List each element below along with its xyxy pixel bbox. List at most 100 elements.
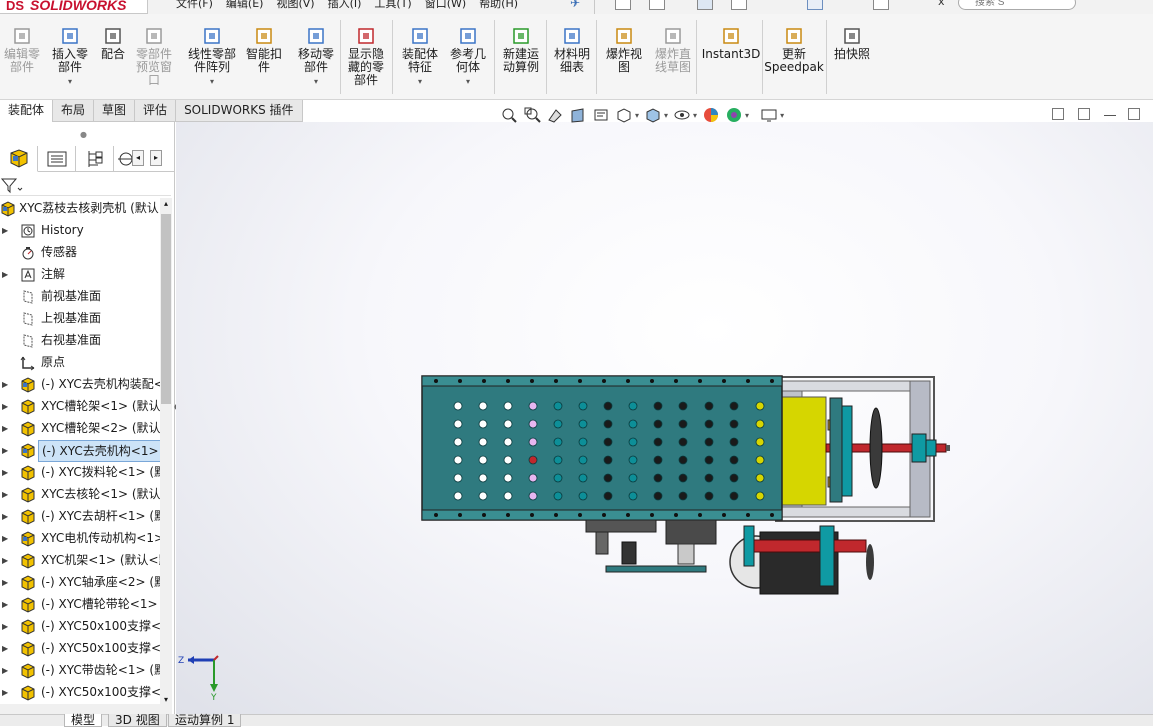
print-icon[interactable]	[731, 0, 747, 10]
cmd-button-13[interactable]: 爆炸直 线草图	[652, 14, 694, 100]
bottom-tab-0[interactable]: 模型	[64, 714, 103, 727]
expand-arrow-icon[interactable]: ▶	[2, 264, 8, 286]
apply-scene-dropdown[interactable]: ▾	[745, 111, 749, 126]
expand-arrow-icon[interactable]: ▶	[2, 528, 8, 550]
tree-item[interactable]: ▶ (-) XYC轴承座<2> (默	[0, 572, 160, 594]
configuration-manager-tab[interactable]	[76, 146, 114, 172]
tree-item[interactable]: ▶ (-) XYC拨料轮<1> (默	[0, 462, 160, 484]
tab-1[interactable]: 布局	[53, 100, 95, 122]
tree-item[interactable]: 右视基准面	[0, 330, 160, 352]
tree-item[interactable]: ▶ (-) XYC去壳机构<1>	[0, 440, 160, 462]
tree-item[interactable]: ▶ (-) XYC50x100支撑<4	[0, 616, 160, 638]
tree-item[interactable]: ▶ (-) XYC去壳机构装配<	[0, 374, 160, 396]
expand-arrow-icon[interactable]: ▶	[2, 682, 8, 704]
menu-item-6[interactable]: 帮助(H)	[479, 0, 531, 11]
options-icon[interactable]	[873, 0, 889, 10]
scroll-down-arrow[interactable]: ▾	[160, 695, 172, 704]
tree-item[interactable]: ▶ (-) XYC带齿轮<1> (默	[0, 660, 160, 682]
view-orientation-dropdown[interactable]: ▾	[635, 111, 639, 126]
tab-navigation-arrows[interactable]	[2, 715, 56, 727]
tree-item[interactable]: 原点	[0, 352, 160, 374]
cmd-button-1[interactable]: 插入零 部件 ▾	[50, 14, 90, 100]
expand-arrow-icon[interactable]: ▶	[2, 550, 8, 572]
hide-show-dropdown[interactable]: ▾	[693, 111, 697, 126]
tree-item[interactable]: ▶ XYC槽轮架<2> (默认	[0, 418, 160, 440]
tree-item[interactable]: ▶ XYC去核轮<1> (默认	[0, 484, 160, 506]
edit-appearance-icon[interactable]	[702, 106, 720, 124]
menu-item-3[interactable]: 插入(I)	[328, 0, 375, 11]
apply-scene-icon[interactable]	[725, 106, 743, 124]
tree-item[interactable]: ▶ XYC槽轮架<1> (默认	[0, 396, 160, 418]
cmd-button-7[interactable]: 显示隐 藏的零 部件	[346, 14, 386, 100]
tree-item[interactable]: 传感器	[0, 242, 160, 264]
view-orientation-icon[interactable]	[615, 106, 633, 124]
expand-arrow-icon[interactable]: ▶	[2, 220, 8, 242]
chevron-down-icon[interactable]: ▾	[466, 75, 470, 88]
tab-4[interactable]: SOLIDWORKS 插件	[176, 100, 303, 122]
tree-item[interactable]: 前视基准面	[0, 286, 160, 308]
menu-item-2[interactable]: 视图(V)	[276, 0, 327, 11]
bottom-tab-1[interactable]: 3D 视图	[108, 714, 167, 727]
expand-arrow-icon[interactable]: ▶	[2, 660, 8, 682]
cmd-button-5[interactable]: 智能扣 件	[244, 14, 284, 100]
cmd-button-15[interactable]: 更新 Speedpak	[764, 14, 824, 100]
save-icon[interactable]	[697, 0, 713, 10]
feature-tree-tab[interactable]	[0, 146, 38, 172]
tree-vertical-scrollbar[interactable]: ▴ ▾	[160, 198, 172, 704]
graphics-area[interactable]	[176, 122, 1153, 714]
display-style-icon[interactable]	[644, 106, 662, 124]
tree-filter[interactable]	[0, 174, 171, 196]
scroll-up-arrow[interactable]: ▴	[160, 198, 172, 210]
dynamic-annotation-icon[interactable]	[592, 106, 610, 124]
expand-arrow-icon[interactable]: ▶	[2, 418, 8, 440]
expand-arrow-icon[interactable]: ▶	[2, 638, 8, 660]
tab-0[interactable]: 装配体	[0, 100, 54, 122]
cmd-button-12[interactable]: 爆炸视 图	[602, 14, 646, 100]
chevron-down-icon[interactable]: ▾	[418, 75, 422, 88]
chevron-down-icon[interactable]: ▾	[210, 75, 214, 88]
tree-item[interactable]: ▶ 注解	[0, 264, 160, 286]
expand-arrow-icon[interactable]: ▶	[2, 440, 8, 462]
zoom-to-fit-icon[interactable]	[500, 106, 518, 124]
expand-arrow-icon[interactable]: ▶	[2, 572, 8, 594]
view-settings-dropdown[interactable]: ▾	[780, 111, 784, 126]
minimize-pane-icon[interactable]	[1104, 108, 1116, 116]
section-view-icon[interactable]	[569, 106, 587, 124]
expand-arrow-icon[interactable]: ▶	[2, 374, 8, 396]
bottom-tab-2[interactable]: 运动算例 1	[168, 714, 242, 727]
search-input[interactable]	[958, 0, 1076, 10]
select-pointer-icon[interactable]	[807, 0, 823, 10]
panel-grip[interactable]: ●	[80, 130, 87, 139]
tree-item[interactable]: ▶ (-) XYC槽轮带轮<1>	[0, 594, 160, 616]
tree-item[interactable]: ▶ (-) XYC50x100支撑<5	[0, 638, 160, 660]
tab-2[interactable]: 草图	[94, 100, 136, 122]
expand-arrow-icon[interactable]: ▶	[2, 616, 8, 638]
dimxpert-tab[interactable]	[114, 146, 133, 172]
menu-item-5[interactable]: 窗口(W)	[425, 0, 479, 11]
maximize-pane-icon[interactable]	[1128, 108, 1140, 120]
display-style-dropdown[interactable]: ▾	[664, 111, 668, 126]
tree-item[interactable]: 上视基准面	[0, 308, 160, 330]
cmd-button-16[interactable]: 拍快照	[832, 14, 872, 100]
restore-pane-icon[interactable]	[1052, 108, 1064, 120]
tree-item[interactable]: ▶ (-) XYC50x100支撑<6	[0, 682, 160, 704]
cmd-button-4[interactable]: 线性零部 件阵列 ▾	[184, 14, 240, 100]
expand-arrow-icon[interactable]: ▶	[2, 462, 8, 484]
expand-arrow-icon[interactable]: ▶	[2, 506, 8, 528]
tree-root[interactable]: XYC荔枝去核剥壳机 (默认<	[0, 198, 160, 220]
view-settings-icon[interactable]	[760, 106, 778, 124]
new-document-icon[interactable]	[615, 0, 631, 10]
zoom-to-area-icon[interactable]	[523, 106, 541, 124]
tile-pane-icon[interactable]	[1078, 108, 1090, 120]
cmd-button-14[interactable]: Instant3D	[702, 14, 760, 100]
tree-item[interactable]: ▶ XYC机架<1> (默认<默	[0, 550, 160, 572]
property-manager-tab[interactable]	[38, 146, 76, 172]
tab-3[interactable]: 评估	[135, 100, 177, 122]
cmd-button-3[interactable]: 零部件 预览窗 口	[134, 14, 174, 100]
expand-arrow-icon[interactable]: ▶	[2, 396, 8, 418]
tab-scroll-left-button[interactable]: ◂	[132, 150, 144, 166]
close-menu-button[interactable]: x	[938, 0, 945, 8]
cmd-button-2[interactable]: 配合	[98, 14, 128, 100]
scroll-thumb[interactable]	[161, 214, 171, 404]
menu-item-1[interactable]: 编辑(E)	[226, 0, 277, 11]
